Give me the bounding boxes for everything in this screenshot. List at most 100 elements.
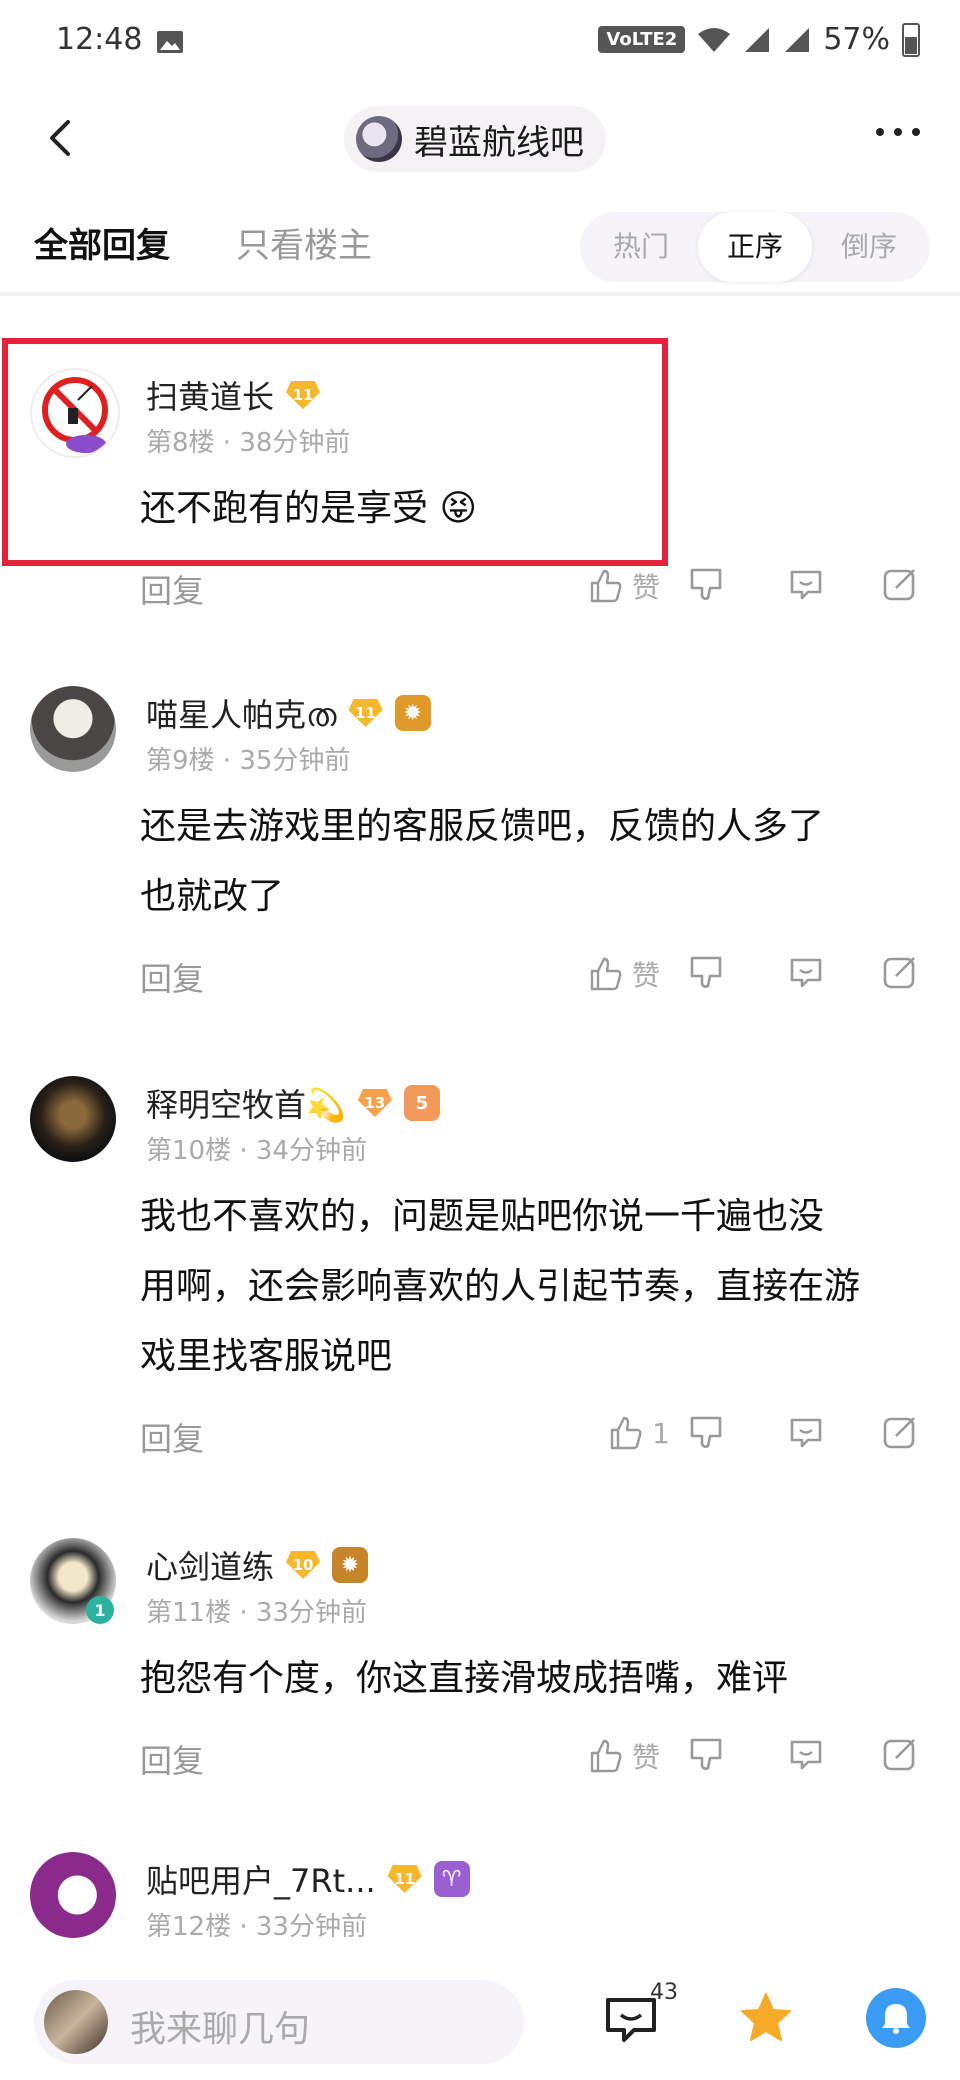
level-badge: 13 <box>357 1089 392 1117</box>
thumb-up-icon <box>590 1739 622 1773</box>
divider <box>0 292 960 296</box>
post-meta: 第10楼 · 34分钟前 <box>146 1136 367 1166</box>
like-label: 赞 <box>631 1741 660 1774</box>
like-button[interactable]: 1 <box>606 1414 670 1452</box>
thumb-up-icon <box>610 1416 642 1450</box>
like-button[interactable]: 赞 <box>586 954 660 994</box>
content-line: 戏里找客服说吧 <box>140 1336 393 1377</box>
comment-icon[interactable] <box>786 564 826 604</box>
post-meta: 第9楼 · 35分钟前 <box>146 746 351 776</box>
thumb-up-icon <box>590 957 622 991</box>
avatar[interactable] <box>30 1852 116 1938</box>
like-button[interactable]: 赞 <box>586 566 660 606</box>
post-content: 还是去游戏里的客服反馈吧，反馈的人多了 也就改了 <box>140 792 824 932</box>
level-badge: 10 <box>286 1551 321 1579</box>
reply-button[interactable]: 回复 <box>140 566 204 612</box>
comment-count: 43 <box>650 1980 678 2005</box>
forum-pill[interactable]: 碧蓝航线吧 <box>344 106 606 172</box>
floor-number: 第9楼 <box>146 746 215 776</box>
content-line: 我也不喜欢的，问题是贴吧你说一千遍也没 <box>140 1196 825 1237</box>
edit-icon[interactable] <box>880 564 920 604</box>
post-time: 34分钟前 <box>255 1136 367 1166</box>
wifi-icon <box>698 27 731 52</box>
post-time: 33分钟前 <box>255 1912 367 1942</box>
battery-icon <box>902 22 920 57</box>
bottom-bar: 我来聊几句 43 <box>0 1950 960 2080</box>
reply-button[interactable]: 回复 <box>140 1414 204 1460</box>
signal-icon <box>745 27 770 52</box>
avatar-level-badge: 1 <box>86 1596 114 1624</box>
input-placeholder: 我来聊几句 <box>130 2009 311 2050</box>
status-time: 12:48 <box>56 22 143 57</box>
username[interactable]: 贴吧用户_7Rt... <box>146 1856 376 1902</box>
username[interactable]: 释明空牧首💫 <box>146 1080 346 1126</box>
star-icon[interactable] <box>738 1990 794 2046</box>
red-highlight-box <box>2 338 668 566</box>
sort-hot[interactable]: 热门 <box>584 212 698 282</box>
edit-icon[interactable] <box>880 1734 920 1774</box>
username[interactable]: 心剑道练 <box>146 1542 274 1588</box>
top-nav: 碧蓝航线吧 <box>0 88 960 188</box>
sun-badge-icon: ✹ <box>332 1547 369 1583</box>
comment-icon[interactable] <box>786 1412 826 1452</box>
like-button[interactable]: 赞 <box>586 1736 660 1776</box>
post-time: 33分钟前 <box>255 1598 367 1628</box>
floor-number: 第12楼 <box>146 1912 232 1942</box>
username-row: 释明空牧首💫 13 5 <box>146 1080 440 1126</box>
like-count: 1 <box>652 1416 670 1450</box>
gallery-notification-icon <box>157 31 183 53</box>
tab-op-only[interactable]: 只看楼主 <box>236 218 372 267</box>
edit-icon[interactable] <box>880 952 920 992</box>
post-actions: 回复 赞 <box>0 560 960 620</box>
reply-button[interactable]: 回复 <box>140 954 204 1000</box>
post-content: 抱怨有个度，你这直接滑坡成捂嘴，难评 <box>140 1644 788 1714</box>
gamepad-badge-icon: 5 <box>403 1085 440 1121</box>
username[interactable]: 喵星人帕克ത <box>146 690 337 736</box>
bell-icon[interactable] <box>866 1988 926 2048</box>
edit-icon[interactable] <box>880 1412 920 1452</box>
floor-number: 第11楼 <box>146 1598 232 1628</box>
forum-avatar <box>356 116 402 162</box>
status-bar: 12:48 VoLTE2 57% <box>0 0 960 88</box>
post-meta: 第12楼 · 33分钟前 <box>146 1912 367 1942</box>
reply-tabs: 全部回复 只看楼主 热门 正序 倒序 <box>0 188 960 292</box>
level-badge: 11 <box>387 1865 422 1893</box>
battery-percent: 57% <box>823 22 890 57</box>
thumb-down-icon[interactable] <box>686 564 726 604</box>
post-actions: 回复 赞 <box>0 948 960 1008</box>
my-avatar <box>44 1990 108 2054</box>
comment-icon[interactable] <box>786 1734 826 1774</box>
avatar[interactable] <box>30 1076 116 1162</box>
comment-icon[interactable] <box>786 952 826 992</box>
thumb-down-icon[interactable] <box>686 952 726 992</box>
reply-button[interactable]: 回复 <box>140 1736 204 1782</box>
status-right: VoLTE2 57% <box>598 22 920 57</box>
sort-descending[interactable]: 倒序 <box>812 212 926 282</box>
comment-input[interactable]: 我来聊几句 <box>34 1980 524 2064</box>
username-row: 喵星人帕克ത 11 ✹ <box>146 690 431 736</box>
forum-name: 碧蓝航线吧 <box>414 122 584 163</box>
content-line: 也就改了 <box>140 876 285 917</box>
thumb-down-icon[interactable] <box>686 1734 726 1774</box>
username-row: 贴吧用户_7Rt... 11 ♈ <box>146 1856 470 1902</box>
post-meta: 第11楼 · 33分钟前 <box>146 1598 367 1628</box>
thumb-down-icon[interactable] <box>686 1412 726 1452</box>
content-line: 抱怨有个度，你这直接滑坡成捂嘴，难评 <box>140 1658 789 1699</box>
sort-selector: 热门 正序 倒序 <box>580 212 930 282</box>
username-row: 心剑道练 10 ✹ <box>146 1542 369 1588</box>
tab-all-replies[interactable]: 全部回复 <box>34 218 170 267</box>
post-content: 我也不喜欢的，问题是贴吧你说一千遍也没 用啊，还会影响喜欢的人引起节奏，直接在游… <box>140 1182 860 1392</box>
like-label: 赞 <box>631 571 660 604</box>
sort-ascending[interactable]: 正序 <box>698 212 812 282</box>
signal-2-icon <box>785 27 810 52</box>
post-time: 35分钟前 <box>239 746 351 776</box>
like-label: 赞 <box>631 959 660 992</box>
back-arrow-icon[interactable] <box>40 116 84 160</box>
more-icon[interactable] <box>876 128 920 136</box>
level-badge: 11 <box>348 699 383 727</box>
content-line: 用啊，还会影响喜欢的人引起节奏，直接在游 <box>140 1266 861 1307</box>
sun-badge-icon: ✹ <box>394 695 431 731</box>
avatar[interactable] <box>30 686 116 772</box>
post-actions: 回复 1 <box>0 1408 960 1468</box>
floor-number: 第10楼 <box>146 1136 232 1166</box>
